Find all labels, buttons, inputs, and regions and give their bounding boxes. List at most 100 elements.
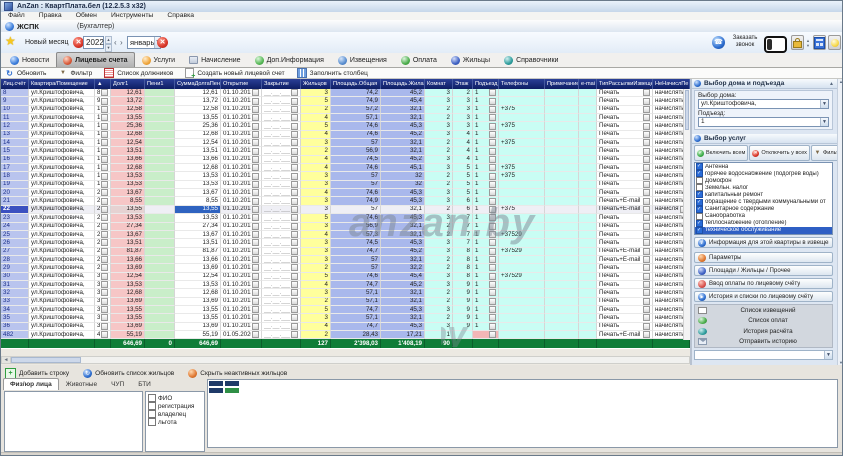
dropdown-icon[interactable] <box>489 273 496 280</box>
column-header-al[interactable]: Площадь.Жилая <box>381 79 425 89</box>
scroll-left-icon[interactable]: ◄ <box>2 357 11 363</box>
table-row[interactable]: 26ул.Криштофовича,2613,5113,5101.10.2013… <box>1 239 690 247</box>
tab-payment[interactable]: Оплата <box>394 52 444 67</box>
residents-refresh-residents-button[interactable]: Обновить список жильцов <box>83 369 174 378</box>
dropdown-icon[interactable] <box>643 189 650 196</box>
order-call-button[interactable]: ☎ Заказать звонок <box>712 35 762 49</box>
dropdown-icon[interactable] <box>291 306 298 313</box>
dropdown-icon[interactable] <box>489 164 496 171</box>
dropdown-icon[interactable] <box>291 323 298 330</box>
house-select[interactable]: ул.Криштофовича, ▼ <box>698 99 829 109</box>
dropdown-icon[interactable] <box>643 281 650 288</box>
dropdown-icon[interactable] <box>489 314 496 321</box>
dropdown-icon[interactable] <box>252 314 259 321</box>
dropdown-icon[interactable] <box>101 189 108 196</box>
service-checkbox[interactable] <box>696 177 703 184</box>
column-header-email[interactable]: e-mai <box>579 79 597 89</box>
table-row[interactable]: 17ул.Криштофовича,1712,6812,6801.10.2013… <box>1 164 690 172</box>
dropdown-icon[interactable] <box>291 273 298 280</box>
dropdown-icon[interactable] <box>643 98 650 105</box>
tab-services[interactable]: Услуги <box>135 52 183 67</box>
dropdown-icon[interactable] <box>252 248 259 255</box>
dropdown-icon[interactable] <box>489 264 496 271</box>
house-section-header[interactable]: Выбор дома и подъезда ▲ <box>692 79 837 89</box>
toolbar-button-create[interactable]: Создать новый лицевой счет <box>185 68 284 78</box>
dropdown-icon[interactable] <box>252 89 259 96</box>
dropdown-icon[interactable] <box>489 331 496 338</box>
table-row[interactable]: 21ул.Криштофовича,218,558,5501.10.2013__… <box>1 197 690 205</box>
table-row[interactable]: 32ул.Криштофовича,3212,6812,6801.10.2013… <box>1 289 690 297</box>
services-check-all-button[interactable]: ✓Включить всем <box>694 145 748 161</box>
dropdown-icon[interactable] <box>252 256 259 263</box>
menu-item[interactable]: Файл <box>1 12 32 20</box>
dropdown-icon[interactable] <box>101 248 108 255</box>
dropdown-icon[interactable] <box>489 139 496 146</box>
dropdown-icon[interactable] <box>101 331 108 338</box>
dropdown-icon[interactable] <box>101 306 108 313</box>
residents-list-panel[interactable] <box>4 391 143 452</box>
table-row[interactable]: 16ул.Криштофовича,1613,6613,6601.10.2013… <box>1 156 690 164</box>
service-item[interactable]: Санитарное содержание <box>695 206 832 213</box>
dropdown-icon[interactable] <box>252 323 259 330</box>
dropdown-icon[interactable] <box>252 106 259 113</box>
dropdown-icon[interactable] <box>252 289 259 296</box>
dropdown-icon[interactable] <box>489 256 496 263</box>
residents-tab[interactable]: БТИ <box>131 378 158 390</box>
dropdown-icon[interactable] <box>291 139 298 146</box>
dropdown-icon[interactable] <box>291 314 298 321</box>
dropdown-icon[interactable] <box>101 148 108 155</box>
dropdown-icon[interactable] <box>643 106 650 113</box>
dropdown-icon[interactable] <box>291 298 298 305</box>
residents-tab[interactable]: ЧУП <box>104 378 131 390</box>
dropdown-icon[interactable] <box>252 331 259 338</box>
column-header-accrual[interactable]: НеНачислПе <box>653 79 690 89</box>
table-row[interactable]: 24ул.Криштофовича,2427,3427,3401.10.2013… <box>1 223 690 231</box>
dropdown-icon[interactable] <box>252 298 259 305</box>
column-header-phone[interactable]: Телефоны <box>499 79 545 89</box>
service-item[interactable]: Антенна <box>695 163 832 170</box>
dropdown-icon[interactable] <box>101 114 108 121</box>
chevron-down-icon[interactable]: ▼ <box>820 100 828 108</box>
dropdown-icon[interactable] <box>101 298 108 305</box>
dropdown-icon[interactable] <box>643 248 650 255</box>
service-item[interactable]: обращение с твердыми коммунальными от <box>695 198 832 205</box>
dropdown-icon[interactable] <box>489 231 496 238</box>
dropdown-icon[interactable] <box>643 289 650 296</box>
table-row[interactable]: 13ул.Криштофовича,1312,6812,6801.10.2013… <box>1 131 690 139</box>
dropdown-icon[interactable] <box>643 264 650 271</box>
dropdown-icon[interactable] <box>643 239 650 246</box>
dropdown-icon[interactable] <box>489 248 496 255</box>
table-row[interactable]: 22ул.Криштофовича,2213,5513,5501.10.2013… <box>1 206 690 214</box>
dropdown-icon[interactable] <box>643 114 650 121</box>
table-vertical-scrollbar[interactable] <box>683 89 690 340</box>
table-row[interactable]: 35ул.Криштофовича,3513,5513,5501.10.2013… <box>1 314 690 322</box>
table-row[interactable]: 36ул.Криштофовича,3613,6913,6901.10.2013… <box>1 323 690 331</box>
year-spinner[interactable]: ▲▼ <box>105 36 112 49</box>
filter-checkbox[interactable] <box>148 410 156 418</box>
dropdown-icon[interactable] <box>101 139 108 146</box>
table-row[interactable]: 19ул.Криштофовича,1913,5313,5301.10.2013… <box>1 181 690 189</box>
service-checkbox[interactable] <box>696 184 703 191</box>
dropdown-icon[interactable] <box>252 114 259 121</box>
tab-residents[interactable]: Жильцы <box>444 52 497 67</box>
residents-tab[interactable]: Животные <box>59 378 104 390</box>
column-header-street[interactable]: Квартира/Помещение <box>29 79 95 89</box>
dropdown-icon[interactable] <box>252 164 259 171</box>
dropdown-icon[interactable] <box>101 239 108 246</box>
dropdown-icon[interactable] <box>489 189 496 196</box>
cancel-month-icon[interactable]: ✕ <box>157 37 168 48</box>
tips-button[interactable] <box>828 35 841 50</box>
dropdown-icon[interactable] <box>291 331 298 338</box>
service-checkbox[interactable] <box>696 227 703 234</box>
chevron-down-icon[interactable]: ▼ <box>820 118 828 126</box>
dropdown-icon[interactable] <box>643 198 650 205</box>
service-item[interactable]: Санобработка <box>695 213 832 220</box>
dropdown-icon[interactable] <box>489 198 496 205</box>
favorites-star-icon[interactable]: ★ <box>5 34 16 48</box>
table-row[interactable]: 23ул.Криштофовича,2313,5313,5301.10.2013… <box>1 214 690 222</box>
dropdown-icon[interactable] <box>291 148 298 155</box>
dropdown-icon[interactable] <box>643 173 650 180</box>
dropdown-icon[interactable] <box>252 139 259 146</box>
panel-button-areas[interactable]: Площади / Жильцы / Прочее <box>694 265 833 276</box>
residents-tab[interactable]: Физ/юр лица <box>3 378 59 390</box>
